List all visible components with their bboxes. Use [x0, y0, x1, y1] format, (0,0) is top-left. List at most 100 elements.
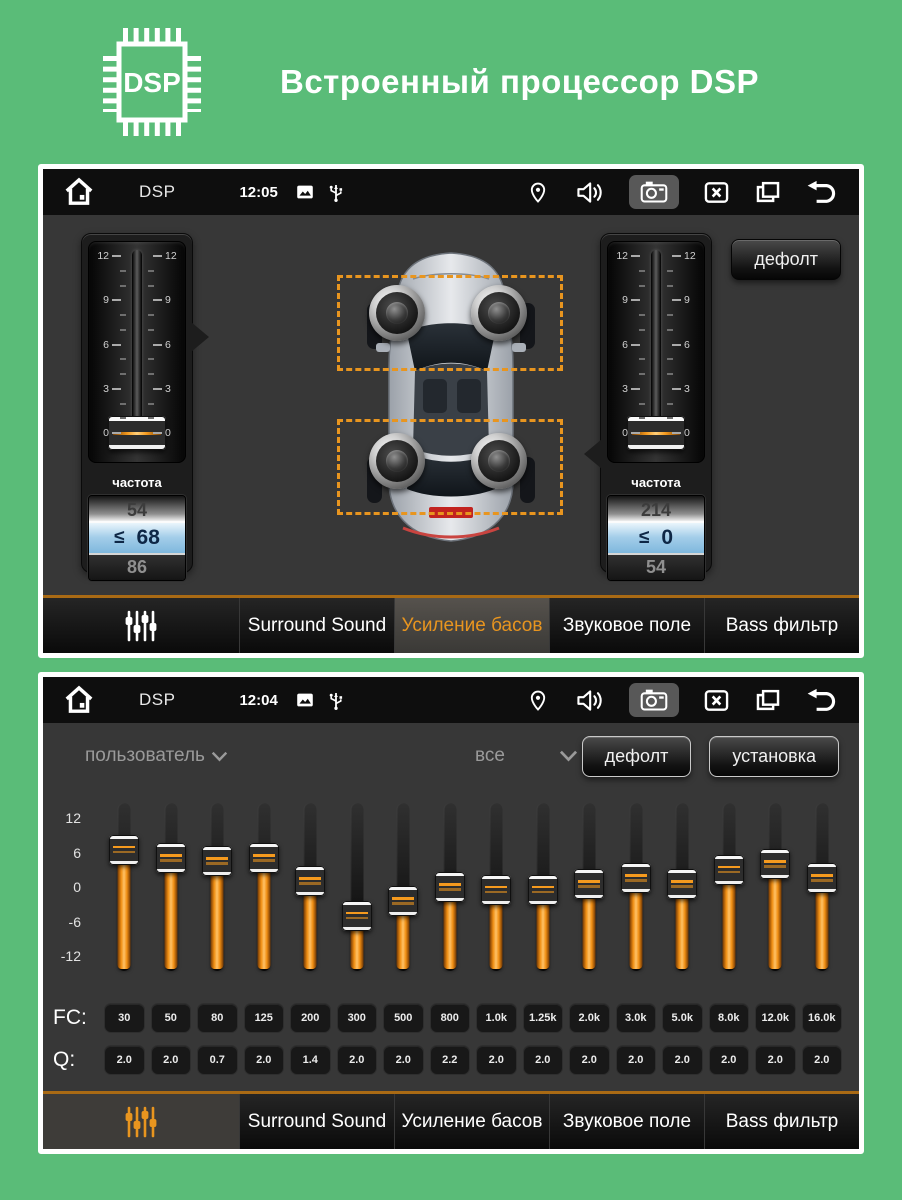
- q-value-button[interactable]: 2.0: [755, 1045, 796, 1075]
- eq-band: [101, 803, 148, 971]
- q-value-button[interactable]: 2.0: [802, 1045, 843, 1075]
- fc-value-button[interactable]: 500: [383, 1003, 424, 1033]
- q-value-button[interactable]: 1.4: [290, 1045, 331, 1075]
- volume-icon[interactable]: [574, 179, 605, 206]
- tab-0[interactable]: Surround Sound: [239, 1094, 394, 1149]
- front-frequency-picker[interactable]: 54 ≤ 68 86: [88, 495, 186, 581]
- eq-band-handle[interactable]: [435, 872, 465, 902]
- app-title: DSP: [139, 182, 175, 202]
- rear-frequency-picker[interactable]: 214 ≤ 0 54: [607, 495, 705, 581]
- fc-value-button[interactable]: 12.0k: [755, 1003, 796, 1033]
- fc-label: FC:: [53, 1006, 101, 1030]
- picker-selected-value[interactable]: ≤ 68: [89, 521, 185, 555]
- location-icon[interactable]: [526, 180, 550, 204]
- tab-3[interactable]: Bass фильтр: [704, 598, 859, 653]
- fc-value-button[interactable]: 200: [290, 1003, 331, 1033]
- fc-value-button[interactable]: 50: [151, 1003, 192, 1033]
- eq-scale-label: 12: [65, 810, 81, 826]
- recent-apps-icon[interactable]: [754, 686, 782, 714]
- fc-value-button[interactable]: 125: [244, 1003, 285, 1033]
- tab-1[interactable]: Усиление басов: [394, 598, 549, 653]
- eq-band-handle[interactable]: [156, 843, 186, 873]
- fc-value-button[interactable]: 2.0k: [569, 1003, 610, 1033]
- eq-band-handle[interactable]: [109, 835, 139, 865]
- q-value-button[interactable]: 2.0: [523, 1045, 564, 1075]
- q-value-button[interactable]: 2.0: [383, 1045, 424, 1075]
- usb-icon: [324, 180, 348, 204]
- q-row-values: 2.02.00.72.01.42.02.02.22.02.02.02.02.02…: [101, 1045, 845, 1075]
- home-icon[interactable]: [63, 684, 95, 716]
- q-value-button[interactable]: 2.0: [616, 1045, 657, 1075]
- tab-equalizer-icon[interactable]: [43, 1094, 239, 1149]
- eq-band-handle[interactable]: [342, 901, 372, 931]
- eq-band-handle[interactable]: [295, 866, 325, 896]
- q-value-button[interactable]: 2.0: [709, 1045, 750, 1075]
- volume-icon[interactable]: [574, 687, 605, 714]
- eq-band-handle[interactable]: [760, 849, 790, 879]
- fc-value-button[interactable]: 5.0k: [662, 1003, 703, 1033]
- picker-below-value[interactable]: 54: [608, 555, 704, 580]
- q-value-button[interactable]: 2.0: [569, 1045, 610, 1075]
- close-app-icon[interactable]: [703, 687, 730, 714]
- recent-apps-icon[interactable]: [754, 178, 782, 206]
- q-value-button[interactable]: 2.0: [244, 1045, 285, 1075]
- tab-0[interactable]: Surround Sound: [239, 598, 394, 653]
- preset-dropdown[interactable]: пользователь: [85, 745, 385, 767]
- q-value-button[interactable]: 2.0: [337, 1045, 378, 1075]
- eq-band-handle[interactable]: [249, 843, 279, 873]
- default-button[interactable]: дефолт: [582, 736, 692, 777]
- setup-button[interactable]: установка: [709, 736, 839, 777]
- eq-band-handle[interactable]: [388, 886, 418, 916]
- fc-value-button[interactable]: 3.0k: [616, 1003, 657, 1033]
- tab-equalizer-icon[interactable]: [43, 598, 239, 653]
- eq-band-handle[interactable]: [528, 875, 558, 905]
- speaker-front-right[interactable]: [471, 285, 527, 341]
- speaker-rear-right[interactable]: [471, 433, 527, 489]
- q-value-button[interactable]: 0.7: [197, 1045, 238, 1075]
- eq-scale-label: -12: [61, 948, 81, 964]
- fc-value-button[interactable]: 1.0k: [476, 1003, 517, 1033]
- eq-band-handle[interactable]: [714, 855, 744, 885]
- back-icon[interactable]: [806, 688, 839, 712]
- eq-band-handle[interactable]: [807, 863, 837, 893]
- fc-value-button[interactable]: 16.0k: [802, 1003, 843, 1033]
- tab-1[interactable]: Усиление басов: [394, 1094, 549, 1149]
- fc-value-button[interactable]: 300: [337, 1003, 378, 1033]
- location-icon[interactable]: [526, 688, 550, 712]
- eq-band-handle[interactable]: [574, 869, 604, 899]
- fc-value-button[interactable]: 80: [197, 1003, 238, 1033]
- speaker-front-left[interactable]: [369, 285, 425, 341]
- eq-fill: [769, 864, 782, 969]
- q-value-button[interactable]: 2.0: [151, 1045, 192, 1075]
- tab-2[interactable]: Звуковое поле: [549, 598, 704, 653]
- screenshot-button[interactable]: [629, 683, 679, 717]
- screen1-panel: DSP 12:05: [38, 164, 864, 658]
- home-icon[interactable]: [63, 176, 95, 208]
- q-value-button[interactable]: 2.0: [104, 1045, 145, 1075]
- front-level-panel: 121299663300 частота 54 ≤ 68 86: [81, 233, 193, 573]
- picker-above-value[interactable]: 54: [89, 496, 185, 521]
- fc-value-button[interactable]: 800: [430, 1003, 471, 1033]
- q-value-button[interactable]: 2.0: [476, 1045, 517, 1075]
- tab-bar-2: Surround SoundУсиление басовЗвуковое пол…: [43, 1091, 859, 1149]
- back-icon[interactable]: [806, 180, 839, 204]
- screenshot-button[interactable]: [629, 175, 679, 209]
- picker-above-value[interactable]: 214: [608, 496, 704, 521]
- fc-value-button[interactable]: 30: [104, 1003, 145, 1033]
- eq-band-handle[interactable]: [481, 875, 511, 905]
- fc-value-button[interactable]: 1.25k: [523, 1003, 564, 1033]
- q-value-button[interactable]: 2.0: [662, 1045, 703, 1075]
- eq-band-handle[interactable]: [667, 869, 697, 899]
- close-app-icon[interactable]: [703, 179, 730, 206]
- picker-below-value[interactable]: 86: [89, 555, 185, 580]
- speaker-rear-left[interactable]: [369, 433, 425, 489]
- default-button[interactable]: дефолт: [731, 239, 841, 280]
- tab-3[interactable]: Bass фильтр: [704, 1094, 859, 1149]
- eq-band-handle[interactable]: [202, 846, 232, 876]
- fc-value-button[interactable]: 8.0k: [709, 1003, 750, 1033]
- picker-selected-value[interactable]: ≤ 0: [608, 521, 704, 555]
- q-value-button[interactable]: 2.2: [430, 1045, 471, 1075]
- eq-band-handle[interactable]: [621, 863, 651, 893]
- tab-2[interactable]: Звуковое поле: [549, 1094, 704, 1149]
- channel-dropdown[interactable]: все: [475, 745, 578, 767]
